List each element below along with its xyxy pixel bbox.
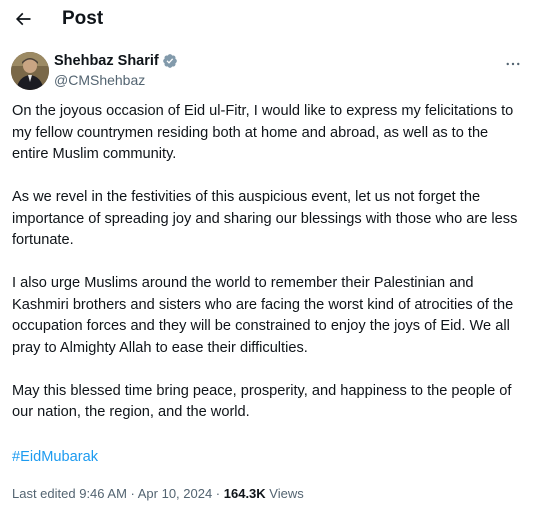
- tweet-meta: Last edited 9:46 AM · Apr 10, 2024 · 164…: [12, 486, 304, 501]
- tweet-text: On the joyous occasion of Eid ul-Fitr, I…: [12, 101, 527, 445]
- views-count[interactable]: 164.3K: [224, 486, 266, 501]
- verified-badge-icon: [162, 54, 177, 68]
- tweet-paragraph: As we revel in the festivities of this a…: [12, 189, 518, 248]
- author-row: Shehbaz Sharif @CMShehbaz: [11, 52, 526, 92]
- more-horizontal-icon: [506, 62, 520, 66]
- avatar-image: [11, 52, 49, 90]
- back-button[interactable]: [8, 4, 38, 34]
- tweet-paragraph: I also urge Muslims around the world to …: [12, 275, 514, 356]
- page-header: Post: [0, 0, 534, 38]
- hashtag-link[interactable]: #EidMubarak: [12, 449, 98, 465]
- display-name-group[interactable]: Shehbaz Sharif: [54, 53, 178, 69]
- tweet-paragraph: On the joyous occasion of Eid ul-Fitr, I…: [12, 103, 514, 162]
- arrow-left-icon: [15, 12, 31, 26]
- user-handle[interactable]: @CMShehbaz: [54, 72, 145, 88]
- avatar[interactable]: [11, 52, 49, 90]
- tweet-paragraph: May this blessed time bring peace, prosp…: [12, 382, 512, 421]
- edited-timestamp[interactable]: Last edited 9:46 AM · Apr 10, 2024 ·: [12, 486, 224, 501]
- page-title: Post: [62, 8, 104, 29]
- display-name[interactable]: Shehbaz Sharif: [54, 53, 159, 69]
- more-options-button[interactable]: [501, 54, 525, 74]
- views-label: Views: [265, 486, 304, 501]
